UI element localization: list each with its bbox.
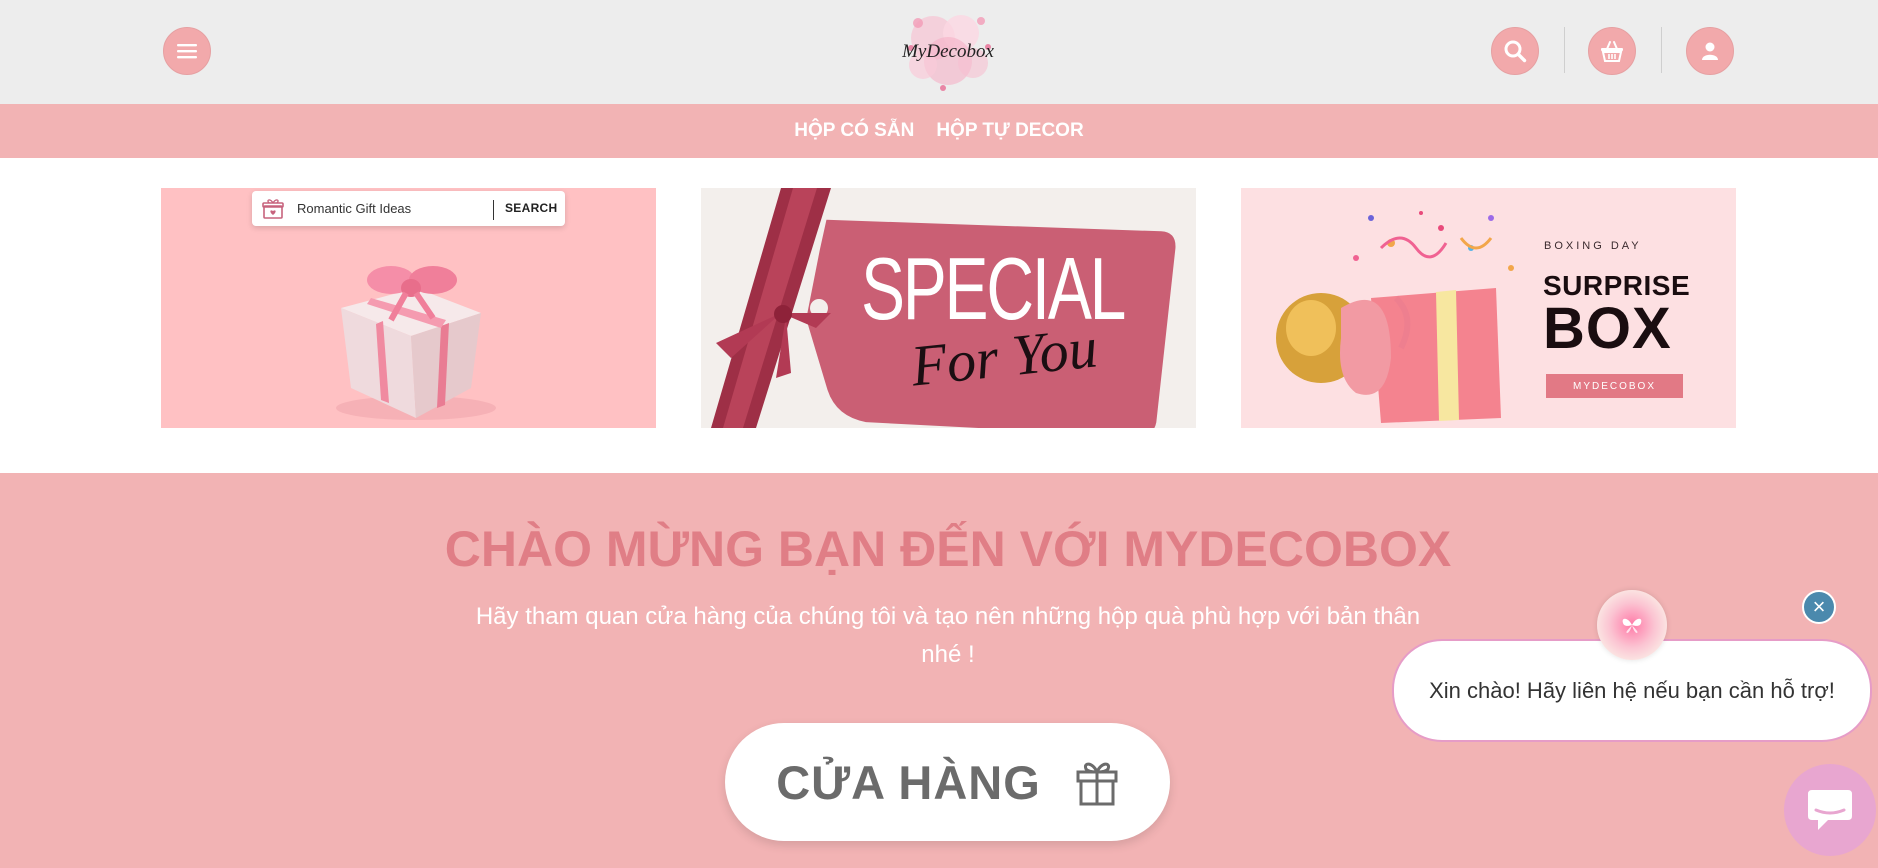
banner-romantic-gift[interactable]: Romantic Gift Ideas SEARCH (161, 188, 656, 428)
header-divider (1564, 27, 1565, 73)
nav-item-ready-boxes[interactable]: HỘP CÓ SẴN (794, 120, 914, 142)
shop-button-label: CỬA HÀNG (776, 755, 1041, 809)
gift-icon (1076, 762, 1118, 806)
main-nav: HỘP CÓ SẴN HỘP TỰ DECOR (0, 104, 1878, 158)
banner-search-button[interactable]: SEARCH (505, 201, 557, 215)
banner-surprise-box[interactable]: BOXING DAY SURPRISE BOX MYDECOBOX (1241, 188, 1736, 428)
menu-icon (177, 44, 197, 59)
butterfly-icon (1622, 618, 1642, 633)
search-button[interactable] (1491, 27, 1539, 75)
surprise-box-illustration (1276, 211, 1514, 423)
menu-button[interactable] (163, 27, 211, 75)
welcome-subtitle: Hãy tham quan cửa hàng của chúng tôi và … (475, 603, 1421, 668)
site-header: MyDecobox (0, 0, 1878, 105)
gift-box-illustration (336, 266, 496, 420)
banner-search-text: Romantic Gift Ideas (297, 201, 412, 216)
gift-box-icon (262, 199, 284, 219)
cart-button[interactable] (1588, 27, 1636, 75)
brand-tag: MYDECOBOX (1546, 374, 1683, 398)
welcome-title: CHÀO MỪNG BẠN ĐẾN VỚI MYDECOBOX (444, 521, 1452, 577)
search-icon (1504, 40, 1527, 63)
user-icon (1702, 42, 1718, 60)
chat-launcher-button[interactable] (1784, 764, 1876, 856)
nav-item-custom-boxes[interactable]: HỘP TỰ DECOR (936, 120, 1083, 142)
banner-special-for-you[interactable]: SPECIAL For You (701, 188, 1196, 428)
logo-text: MyDecobox (901, 41, 994, 62)
chat-greeting-text: Xin chào! Hãy liên hệ nếu bạn cần hỗ trợ… (1429, 677, 1835, 703)
chat-icon (1808, 790, 1852, 830)
chat-avatar (1597, 590, 1667, 660)
logo[interactable]: MyDecobox (893, 3, 1003, 98)
chat-close-button[interactable]: × (1802, 590, 1836, 624)
basket-icon (1601, 41, 1623, 62)
header-divider (1661, 27, 1662, 73)
box-label: BOX (1543, 296, 1672, 361)
boxing-day-label: BOXING DAY (1544, 240, 1642, 252)
account-button[interactable] (1686, 27, 1734, 75)
banner-search-box[interactable]: Romantic Gift Ideas SEARCH (252, 191, 565, 226)
search-separator (493, 200, 494, 220)
shop-button[interactable]: CỬA HÀNG (725, 723, 1170, 841)
